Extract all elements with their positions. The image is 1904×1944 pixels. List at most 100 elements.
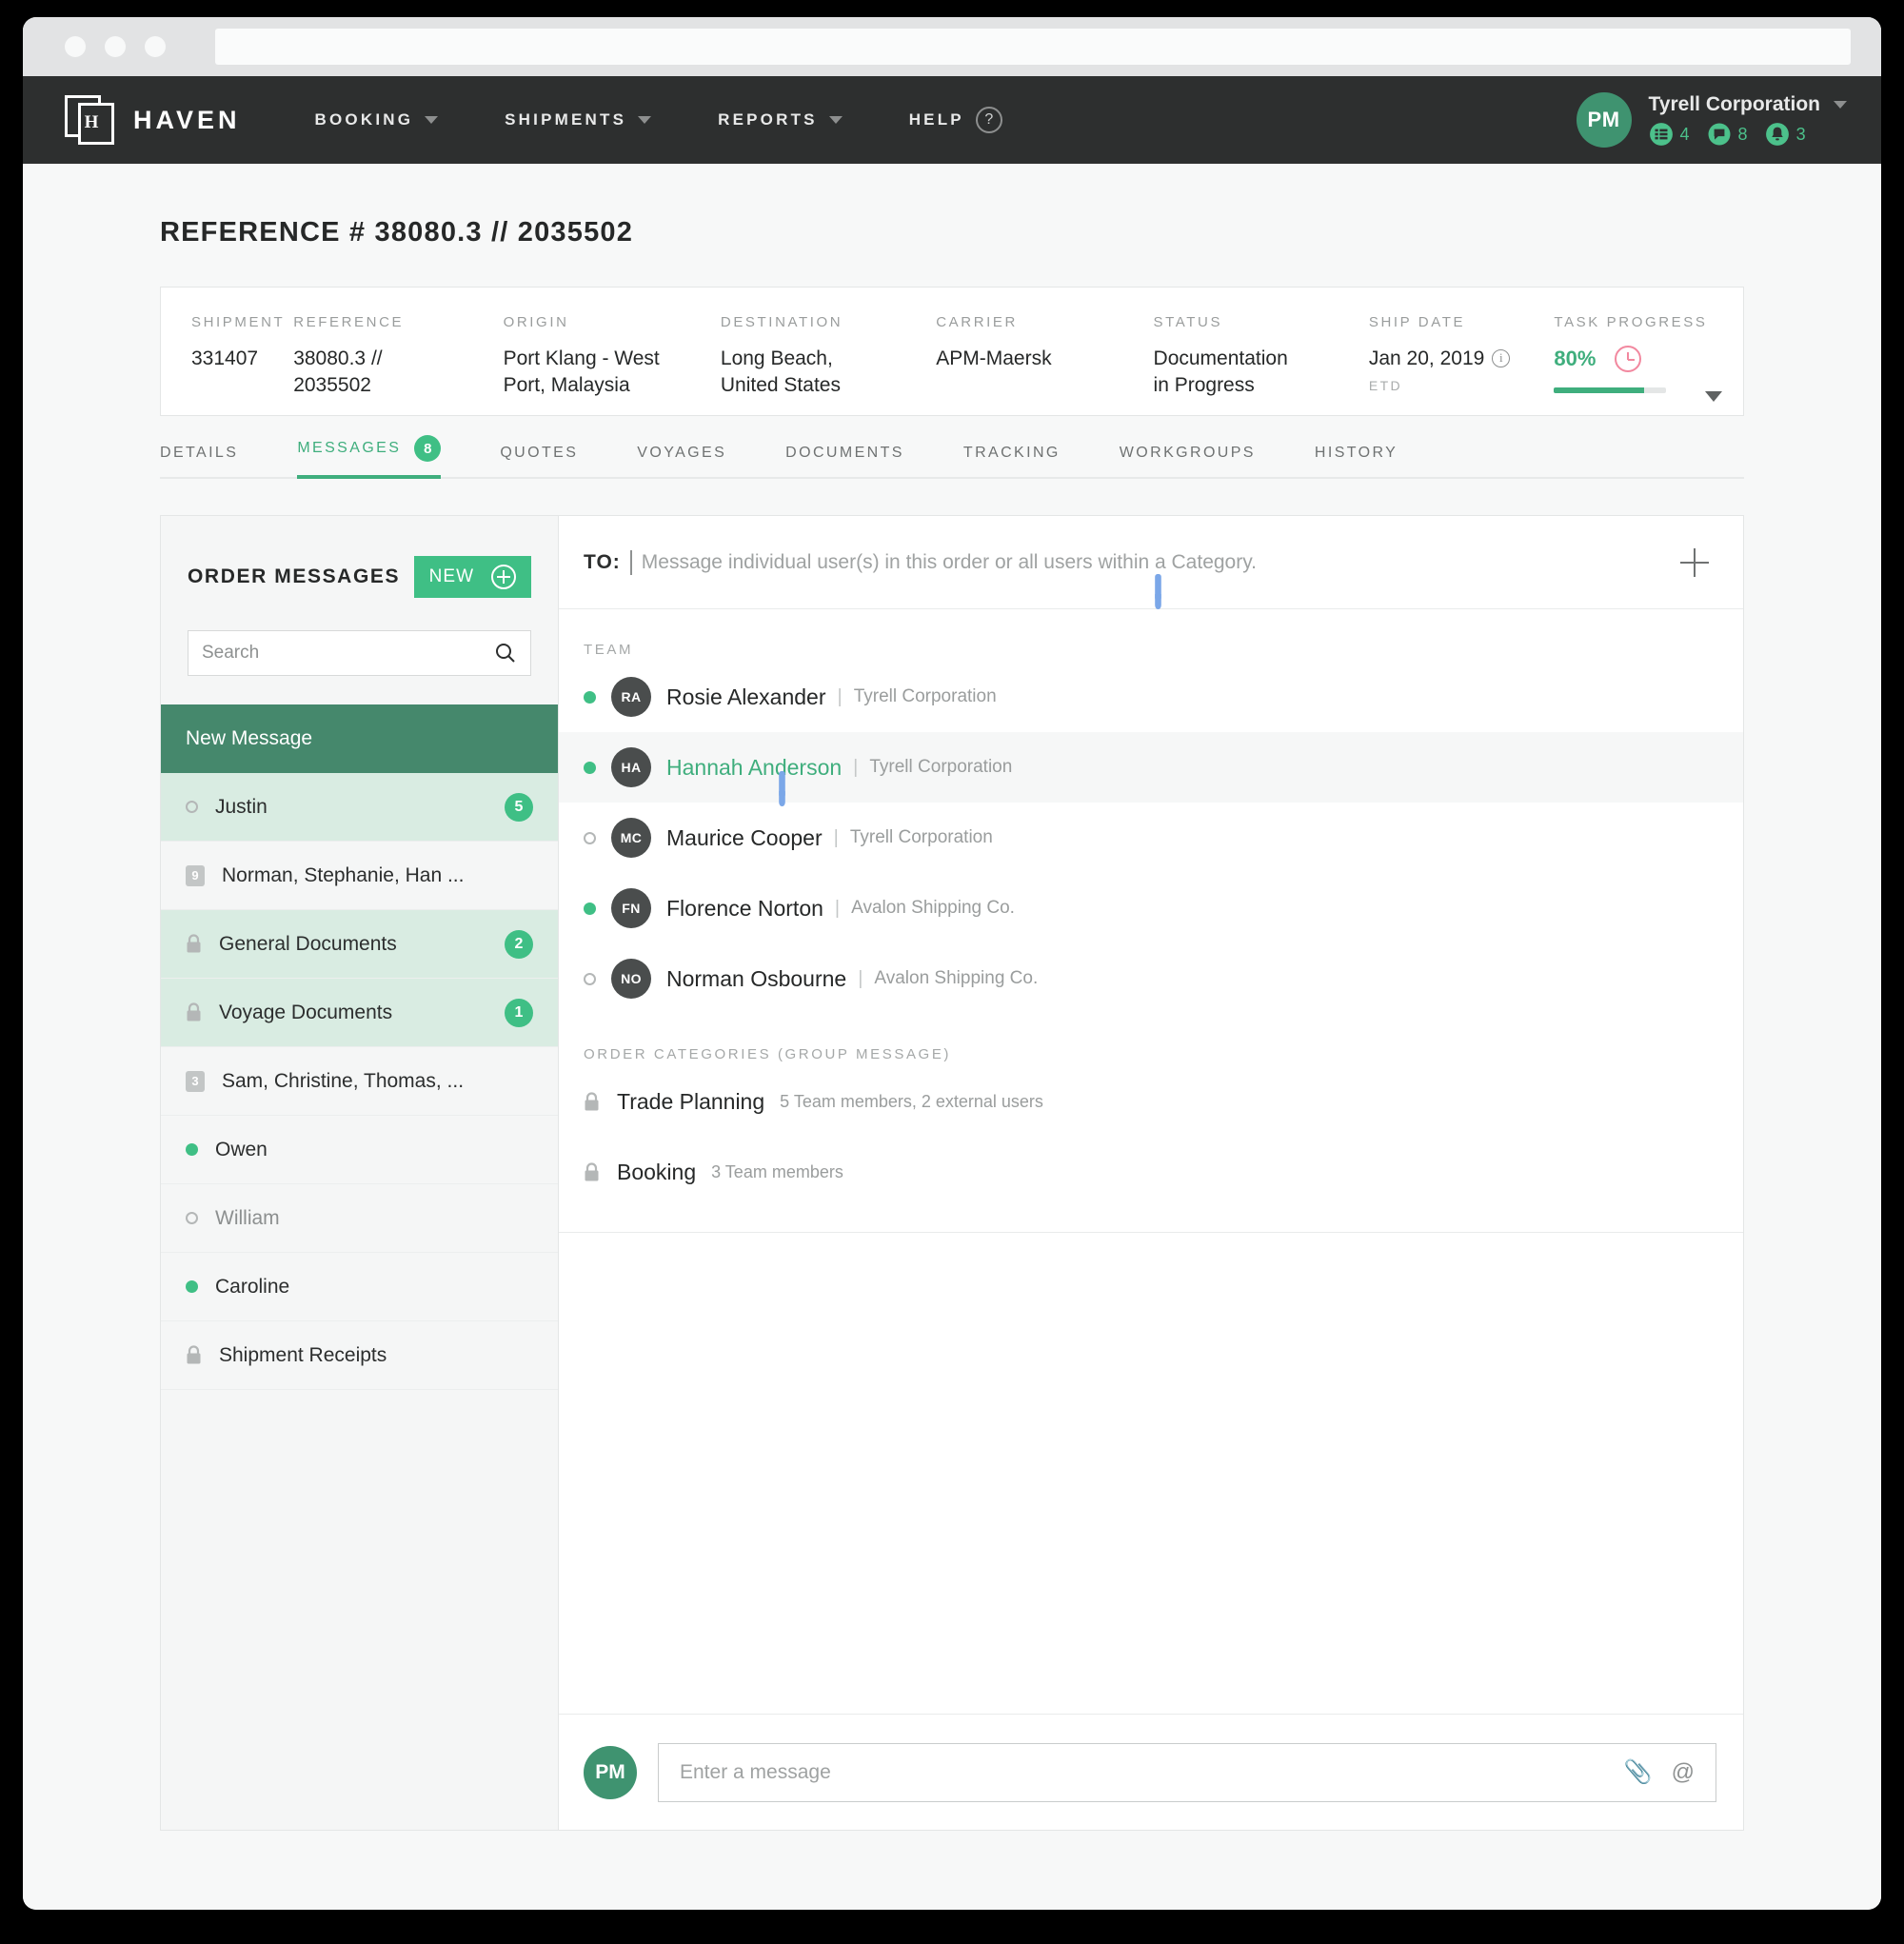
minimize-button[interactable] (105, 36, 126, 57)
recipient-option[interactable]: FN Florence Norton | Avalon Shipping Co. (559, 873, 1743, 943)
message-input-box[interactable]: 📎 @ (658, 1742, 1716, 1802)
org-switcher[interactable]: Tyrell Corporation (1649, 93, 1847, 116)
conversation-item[interactable]: Justin 5 (161, 773, 558, 842)
conversation-item[interactable]: William (161, 1184, 558, 1253)
nav-item-reports[interactable]: REPORTS (718, 110, 843, 129)
avatar: HA (611, 747, 651, 787)
conversation-item[interactable]: 3 Sam, Christine, Thomas, ... (161, 1047, 558, 1116)
avatar[interactable]: PM (1576, 92, 1632, 148)
conversation-item[interactable]: Voyage Documents 1 (161, 979, 558, 1047)
url-input[interactable] (215, 29, 1851, 65)
recipient-placeholder[interactable]: Message individual user(s) in this order… (642, 551, 1680, 574)
brand-name: HAVEN (133, 105, 241, 134)
summary-label: REFERENCE (293, 314, 405, 330)
search-input[interactable] (202, 643, 494, 664)
to-label: TO: (584, 550, 621, 573)
recipient-name: Norman Osbourne (666, 965, 847, 991)
recipient-option[interactable]: HA Hannah Anderson | Tyrell Corporation (559, 732, 1743, 806)
recipient-option[interactable]: RA Rosie Alexander | Tyrell Corporation (559, 662, 1743, 732)
text-caret (629, 549, 632, 575)
offline-status-icon (186, 801, 198, 813)
conversation-item[interactable]: Shipment Receipts (161, 1321, 558, 1390)
page-body: REFERENCE # 38080.3 // 2035502 SHIPMENT … (23, 217, 1881, 1910)
conversation-item[interactable]: New Message (161, 704, 558, 773)
separator: | (858, 967, 863, 989)
nav-item-booking[interactable]: BOOKING (315, 110, 439, 129)
conversation-item[interactable]: Owen (161, 1116, 558, 1184)
window-controls[interactable] (65, 36, 166, 57)
categories-list: Trade Planning 5 Team members, 2 external… (559, 1066, 1743, 1207)
summary-value: APM-Maersk (936, 347, 1052, 369)
notifications-counter[interactable]: 3 (1765, 122, 1806, 147)
nav-item-shipments[interactable]: SHIPMENTS (505, 110, 652, 129)
messages-counter[interactable]: 8 (1707, 122, 1748, 147)
paperclip-icon[interactable]: 📎 (1624, 1758, 1653, 1786)
summary-cell-ship-date: SHIP DATE Jan 20, 2019 i ETD (1369, 314, 1555, 393)
recipient-dropdown: TEAM RA Rosie Alexander | Tyrell Corporatio… (559, 609, 1743, 1233)
summary-cell-destination: DESTINATION Long Beach, United States (721, 314, 936, 400)
list-icon (1649, 123, 1673, 146)
conversation-item[interactable]: Caroline (161, 1253, 558, 1321)
nav-item-help[interactable]: HELP ? (909, 107, 1002, 133)
order-messages-sidebar: ORDER MESSAGES NEW New Message Justin 5 9 No… (161, 516, 559, 1830)
conversation-label: Shipment Receipts (219, 1343, 387, 1366)
conversation-item[interactable]: 9 Norman, Stephanie, Han ... (161, 842, 558, 910)
at-icon[interactable]: @ (1672, 1759, 1695, 1786)
brand-logo[interactable]: H HAVEN (65, 95, 241, 145)
maximize-button[interactable] (145, 36, 166, 57)
recipient-name: Maurice Cooper (666, 824, 823, 850)
conversation-label: Norman, Stephanie, Han ... (222, 863, 465, 886)
task-progress-bar (1554, 387, 1667, 393)
recipient-org: Tyrell Corporation (849, 827, 993, 847)
category-name: Booking (617, 1159, 697, 1184)
search-box[interactable] (188, 630, 531, 676)
lock-icon (585, 1091, 599, 1110)
new-message-button[interactable]: NEW (413, 556, 531, 598)
summary-label: TASK PROGRESS (1554, 314, 1708, 330)
info-icon[interactable]: i (1492, 349, 1511, 367)
chat-bubble-icon (1708, 123, 1731, 146)
nav-label: SHIPMENTS (505, 110, 627, 129)
summary-cell-carrier: CARRIER APM-Maersk (936, 314, 1153, 372)
tab-quotes[interactable]: QUOTES (500, 445, 578, 477)
offline-status-icon (584, 831, 596, 844)
recipient-name: Hannah Anderson (666, 754, 843, 780)
tasks-counter[interactable]: 4 (1649, 122, 1690, 147)
recipient-option[interactable]: NO Norman Osbourne | Avalon Shipping Co. (559, 943, 1743, 1014)
url-bar[interactable] (215, 29, 1851, 65)
tab-label: WORKGROUPS (1119, 445, 1256, 461)
bell-icon (1765, 123, 1789, 146)
summary-cell-status: STATUS Documentation in Progress (1154, 314, 1369, 400)
search-icon[interactable] (494, 642, 517, 665)
conversation-label: Sam, Christine, Thomas, ... (222, 1069, 465, 1092)
tab-documents[interactable]: DOCUMENTS (785, 445, 904, 477)
notifications-count: 3 (1795, 124, 1806, 144)
tab-voyages[interactable]: VOYAGES (637, 445, 726, 477)
separator: | (853, 756, 859, 778)
separator: | (834, 897, 841, 919)
conversation-label: Caroline (215, 1275, 290, 1298)
category-meta: 5 Team members, 2 external users (780, 1091, 1043, 1111)
conversation-label: Voyage Documents (219, 1001, 393, 1023)
message-input[interactable] (680, 1760, 1624, 1784)
lock-icon (187, 1345, 201, 1364)
tab-history[interactable]: HISTORY (1315, 445, 1398, 477)
conversation-label: William (215, 1206, 280, 1229)
tab-tracking[interactable]: TRACKING (963, 445, 1061, 477)
plus-icon[interactable] (1680, 547, 1709, 577)
avatar: NO (611, 959, 651, 999)
category-option[interactable]: Trade Planning 5 Team members, 2 external… (559, 1066, 1743, 1137)
conversation-item[interactable]: General Documents 2 (161, 910, 558, 979)
close-button[interactable] (65, 36, 86, 57)
tab-details[interactable]: DETAILS (160, 445, 238, 477)
category-option[interactable]: Booking 3 Team members (559, 1137, 1743, 1207)
tab-messages[interactable]: MESSAGES 8 (297, 435, 442, 479)
summary-cell-task-progress: TASK PROGRESS 80% (1554, 314, 1743, 393)
online-status-icon (584, 902, 596, 915)
summary-cell-reference: REFERENCE 38080.3 // 2035502 (293, 314, 503, 400)
recipient-option[interactable]: MC Maurice Cooper | Tyrell Corporation (559, 803, 1743, 873)
nav-links: BOOKING SHIPMENTS REPORTS HELP ? (315, 107, 1002, 133)
separator: | (837, 685, 843, 707)
tab-workgroups[interactable]: WORKGROUPS (1120, 445, 1256, 477)
expand-summary-button[interactable] (1705, 391, 1722, 402)
